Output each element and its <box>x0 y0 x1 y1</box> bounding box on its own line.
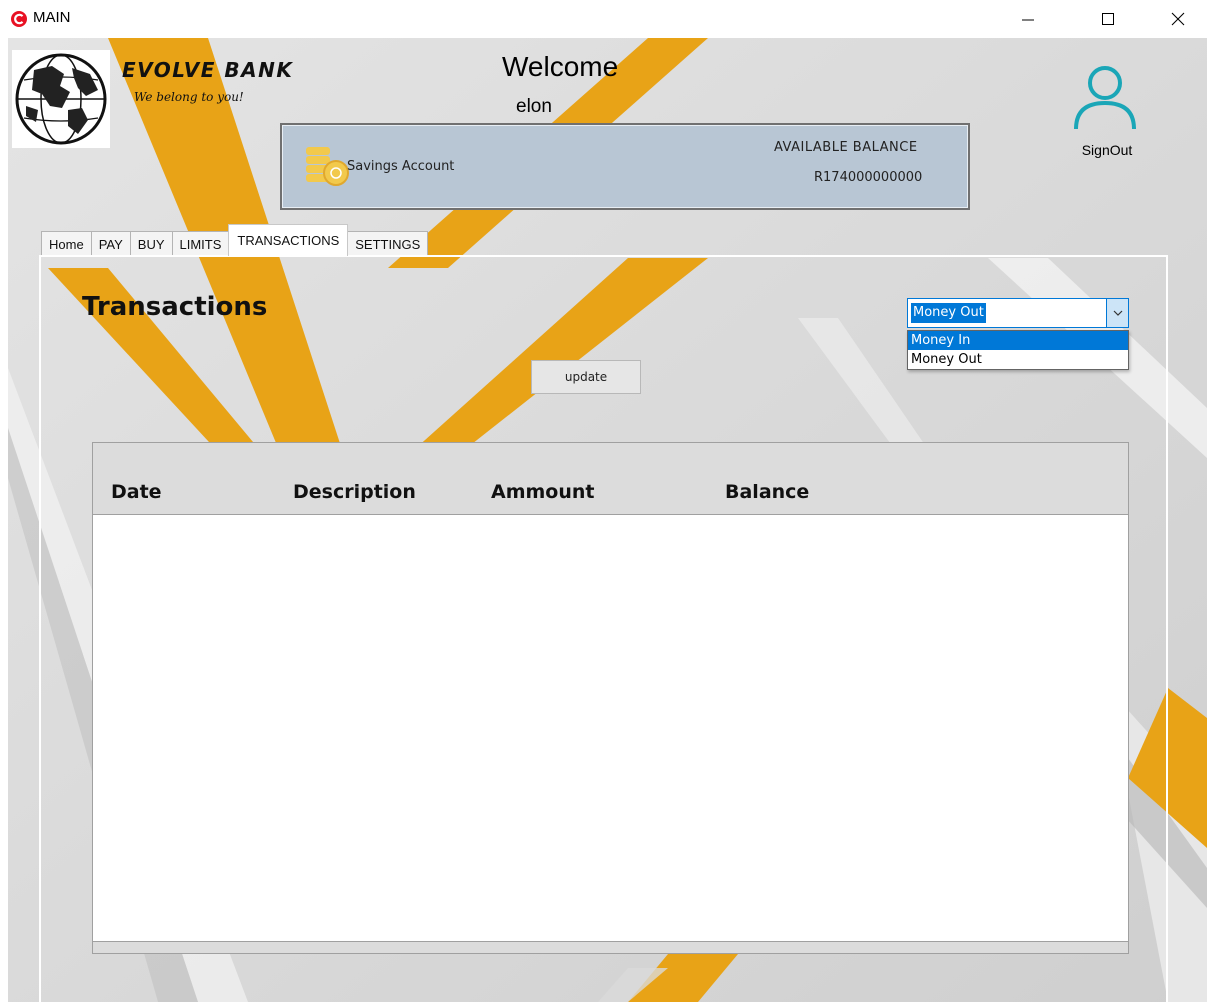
table-header: Date Description Ammount Balance <box>93 443 1128 515</box>
tab-pay[interactable]: PAY <box>90 231 131 256</box>
column-header-date[interactable]: Date <box>111 481 162 503</box>
title-bar: MAIN <box>0 0 1207 38</box>
available-balance-value: R174000000000 <box>814 170 923 185</box>
filter-option-money-out[interactable]: Money Out <box>908 350 1128 369</box>
tab-buy[interactable]: BUY <box>129 231 173 256</box>
chevron-down-icon <box>1113 310 1122 316</box>
minimize-icon <box>1022 19 1034 21</box>
signout-button[interactable]: SignOut <box>1072 142 1142 158</box>
tab-transactions[interactable]: TRANSACTIONS <box>228 224 349 256</box>
app-icon <box>11 11 27 27</box>
transactions-table: Date Description Ammount Balance <box>92 442 1129 954</box>
bank-logo <box>12 50 110 148</box>
tab-limits[interactable]: LIMITS <box>171 231 230 256</box>
dropdown-arrow-button[interactable] <box>1106 299 1128 327</box>
table-footer <box>93 941 1128 953</box>
column-header-amount[interactable]: Ammount <box>491 481 595 503</box>
update-button[interactable]: update <box>531 360 641 394</box>
main-window: EVOLVE BANK We belong to you! Welcome el… <box>8 38 1207 1002</box>
close-button[interactable] <box>1150 0 1206 38</box>
tab-bar: Home PAY BUY LIMITS TRANSACTIONS SETTING… <box>41 224 429 256</box>
filter-options-list: Money In Money Out <box>907 330 1129 370</box>
globe-icon <box>15 53 107 145</box>
welcome-heading: Welcome <box>502 51 619 82</box>
column-header-description[interactable]: Description <box>293 481 416 503</box>
window-title: MAIN <box>33 9 71 26</box>
tab-home[interactable]: Home <box>41 231 92 256</box>
username-label: elon <box>516 96 552 117</box>
filter-selected-value: Money Out <box>911 303 986 323</box>
tab-settings[interactable]: SETTINGS <box>347 231 429 256</box>
minimize-button[interactable] <box>1000 0 1056 38</box>
column-header-balance[interactable]: Balance <box>725 481 809 503</box>
maximize-icon <box>1102 13 1114 25</box>
user-icon[interactable] <box>1072 63 1138 131</box>
maximize-button[interactable] <box>1080 0 1136 38</box>
coins-icon <box>306 147 349 186</box>
transaction-filter-select[interactable]: Money Out <box>907 298 1129 328</box>
available-balance-label: AVAILABLE BALANCE <box>774 140 918 155</box>
page-title: Transactions <box>82 292 268 322</box>
bank-name: EVOLVE BANK <box>122 58 294 82</box>
filter-option-money-in[interactable]: Money In <box>908 331 1128 350</box>
account-type-label: Savings Account <box>347 159 455 174</box>
account-panel: Savings Account AVAILABLE BALANCE R17400… <box>280 123 970 210</box>
close-icon <box>1171 12 1185 26</box>
bank-tagline: We belong to you! <box>134 90 244 104</box>
table-body[interactable] <box>93 515 1128 941</box>
